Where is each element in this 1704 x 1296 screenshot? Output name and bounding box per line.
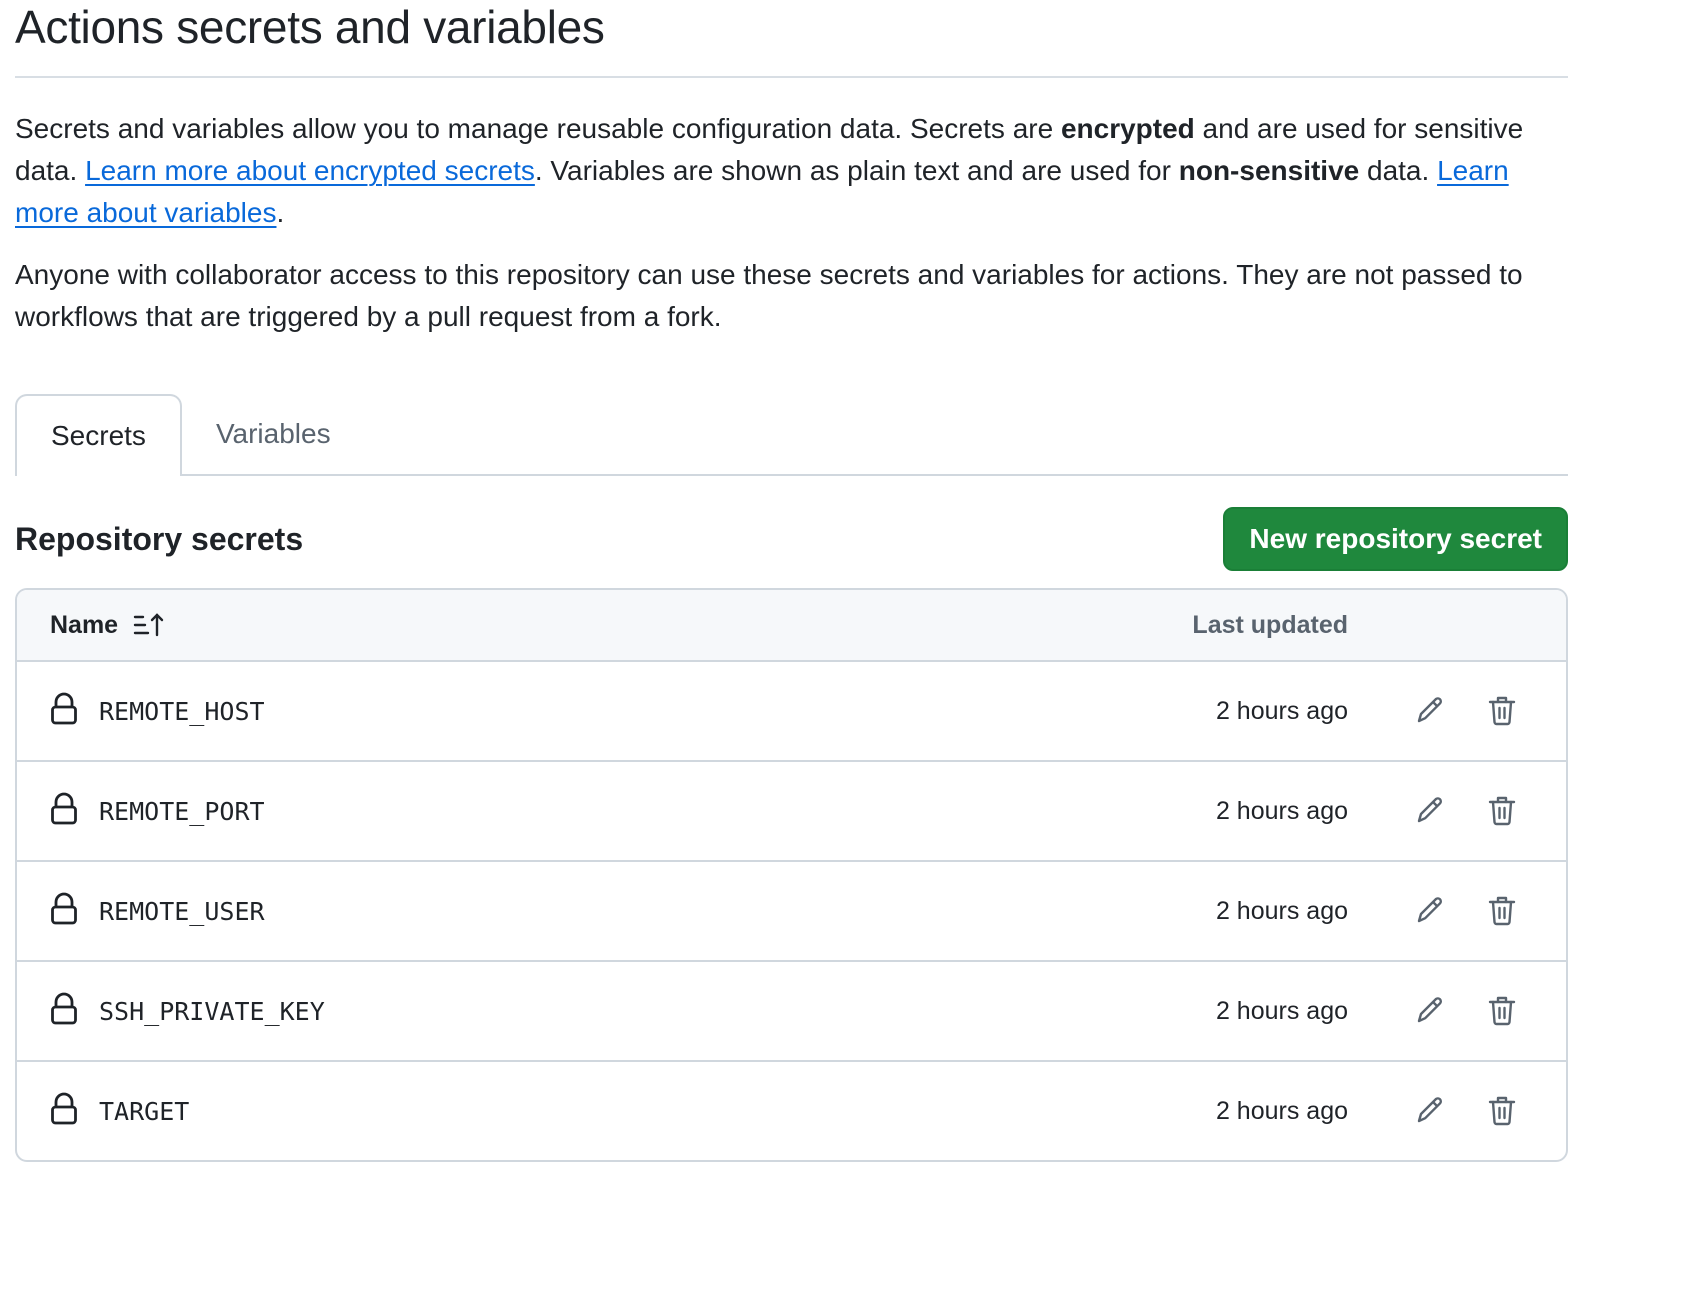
column-header-name[interactable]: Name — [50, 611, 166, 640]
table-row: REMOTE_HOST 2 hours ago — [17, 662, 1566, 762]
description-text: data. — [1359, 155, 1438, 186]
pencil-icon[interactable] — [1408, 1088, 1452, 1132]
column-header-name-label: Name — [50, 610, 119, 639]
table-row: REMOTE_USER 2 hours ago — [17, 862, 1566, 962]
title-divider — [15, 76, 1568, 78]
table-row: TARGET 2 hours ago — [17, 1062, 1566, 1160]
lock-icon — [50, 992, 78, 1026]
last-updated: 2 hours ago — [1215, 996, 1348, 1025]
description-text: . Variables are shown as plain text and … — [534, 155, 1179, 186]
page: Actions secrets and variables Secrets an… — [15, 0, 1568, 1162]
description-text: . — [276, 197, 285, 228]
section-title: Repository secrets — [15, 520, 304, 557]
secrets-table: Name Last updated REMOTE_HOST 2 hours ag… — [15, 588, 1568, 1162]
tab-bar: Secrets Variables — [15, 394, 1568, 476]
table-header: Name Last updated — [17, 590, 1566, 662]
pencil-icon[interactable] — [1408, 888, 1452, 932]
last-updated: 2 hours ago — [1215, 1096, 1348, 1125]
secret-name: REMOTE_PORT — [99, 796, 265, 826]
pencil-icon[interactable] — [1408, 788, 1452, 832]
table-row: SSH_PRIVATE_KEY 2 hours ago — [17, 962, 1566, 1062]
trash-icon[interactable] — [1480, 988, 1524, 1032]
secret-name: REMOTE_USER — [99, 896, 265, 926]
description-text: Secrets and variables allow you to manag… — [15, 113, 1061, 144]
lock-icon — [50, 892, 78, 926]
trash-icon[interactable] — [1480, 688, 1524, 732]
secret-name: SSH_PRIVATE_KEY — [99, 996, 325, 1026]
pencil-icon[interactable] — [1408, 988, 1452, 1032]
lock-icon — [50, 692, 78, 726]
pencil-icon[interactable] — [1408, 688, 1452, 732]
description-bold-encrypted: encrypted — [1060, 113, 1195, 144]
new-repository-secret-button[interactable]: New repository secret — [1223, 507, 1568, 571]
description-paragraph-1: Secrets and variables allow you to manag… — [15, 108, 1568, 234]
sort-ascending-icon[interactable] — [132, 612, 166, 638]
secret-name: TARGET — [99, 1096, 190, 1126]
table-row: REMOTE_PORT 2 hours ago — [17, 762, 1566, 862]
learn-more-encrypted-secrets-link[interactable]: Learn more about encrypted secrets — [85, 155, 535, 186]
last-updated: 2 hours ago — [1215, 696, 1348, 725]
last-updated: 2 hours ago — [1215, 796, 1348, 825]
description-bold-non-sensitive: non-sensitive — [1178, 155, 1360, 186]
lock-icon — [50, 792, 78, 826]
tab-variables[interactable]: Variables — [182, 394, 365, 474]
tab-secrets[interactable]: Secrets — [15, 394, 182, 476]
trash-icon[interactable] — [1480, 888, 1524, 932]
secret-name: REMOTE_HOST — [99, 696, 265, 726]
trash-icon[interactable] — [1480, 788, 1524, 832]
description-paragraph-2: Anyone with collaborator access to this … — [15, 259, 1523, 332]
section-header: Repository secrets New repository secret — [15, 506, 1568, 572]
trash-icon[interactable] — [1480, 1088, 1524, 1132]
last-updated: 2 hours ago — [1215, 896, 1348, 925]
page-title: Actions secrets and variables — [15, 1, 605, 53]
column-header-last-updated: Last updated — [1192, 610, 1348, 639]
lock-icon — [50, 1092, 78, 1126]
